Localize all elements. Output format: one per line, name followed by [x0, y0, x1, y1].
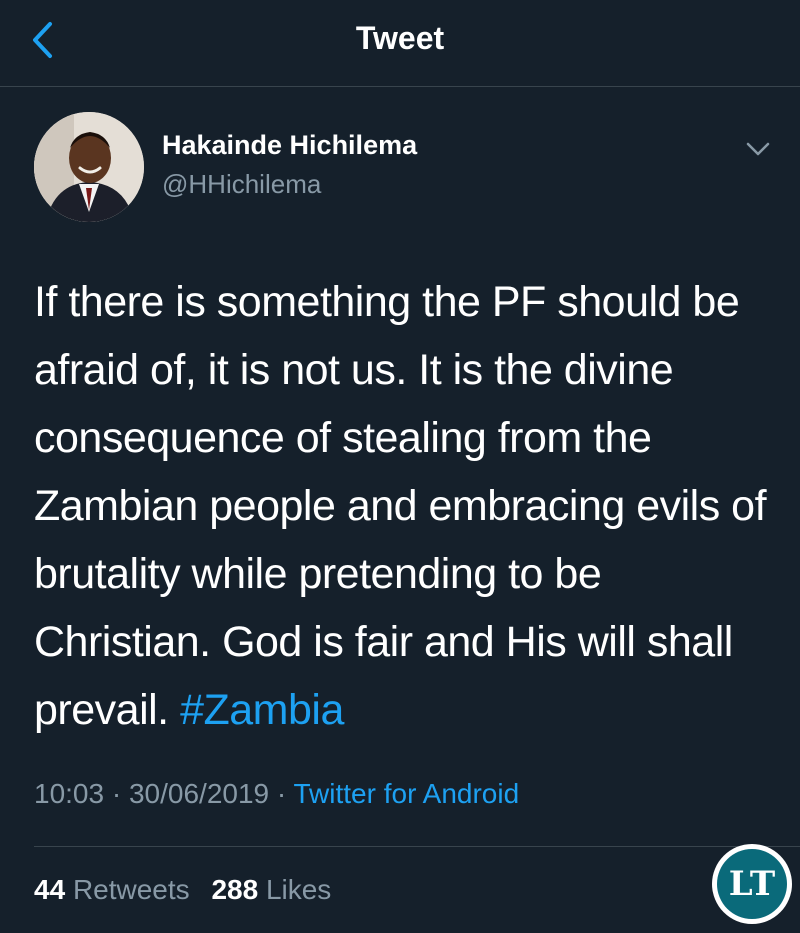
watermark-text: LT — [717, 849, 787, 919]
avatar[interactable] — [34, 112, 144, 222]
likes-label: Likes — [265, 874, 332, 905]
tweet-menu-button[interactable] — [738, 134, 778, 164]
retweets-label: Retweets — [72, 874, 190, 905]
watermark-logo: LT — [712, 844, 792, 924]
tweet-metadata: 10:03 · 30/06/2019 · Twitter for Android — [34, 778, 519, 810]
hashtag-link[interactable]: #Zambia — [180, 686, 344, 734]
separator: · — [111, 778, 122, 809]
separator: · — [276, 778, 287, 809]
likes-count: 288 — [211, 874, 259, 905]
tweet-text: If there is something the PF should be a… — [34, 268, 774, 744]
tweet-time: 10:03 — [34, 778, 105, 809]
author-handle[interactable]: @HHichilema — [162, 169, 321, 200]
tweet-date: 30/06/2019 — [128, 778, 270, 809]
tweet-source-link[interactable]: Twitter for Android — [294, 778, 520, 809]
page-title: Tweet — [355, 20, 445, 56]
retweets-stat[interactable]: 44 Retweets — [34, 874, 190, 905]
likes-stat[interactable]: 288 Likes — [211, 874, 331, 905]
retweets-count: 44 — [34, 874, 66, 905]
chevron-down-icon — [746, 142, 770, 156]
top-bar: Tweet — [0, 0, 800, 87]
author-name[interactable]: Hakainde Hichilema — [162, 130, 417, 161]
tweet-body: If there is something the PF should be a… — [34, 278, 767, 734]
tweet-stats: 44 Retweets 288 Likes — [34, 874, 345, 906]
divider — [34, 846, 800, 847]
